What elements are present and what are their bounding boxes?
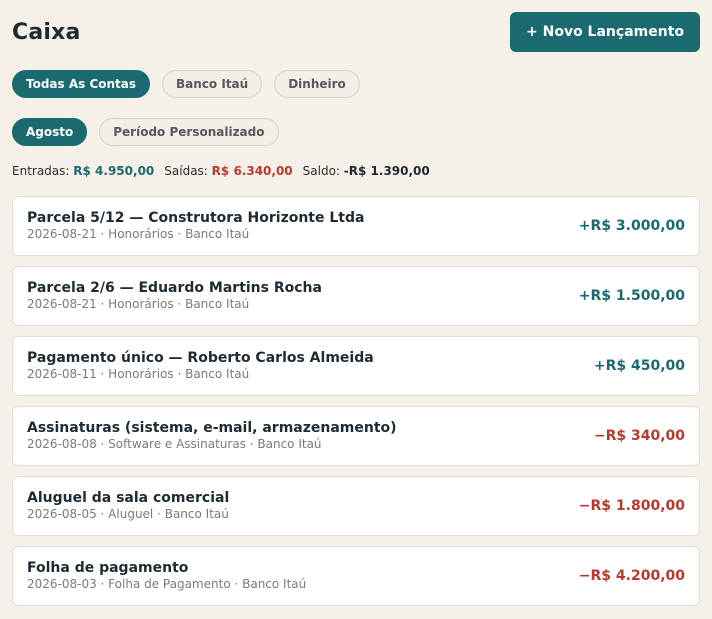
transaction-details: Pagamento único — Roberto Carlos Almeida… bbox=[27, 350, 374, 382]
balance-value: -R$ 1.390,00 bbox=[343, 164, 430, 178]
balance-label: Saldo: bbox=[302, 164, 340, 178]
transaction-row[interactable]: Aluguel da sala comercial 2026-08-05 · A… bbox=[12, 476, 700, 536]
transaction-meta: 2026-08-11 · Honorários · Banco Itaú bbox=[27, 367, 250, 381]
transaction-amount: +R$ 3.000,00 bbox=[578, 218, 685, 234]
transaction-title: Parcela 2/6 — Eduardo Martins Rocha bbox=[27, 280, 322, 296]
transaction-details: Parcela 2/6 — Eduardo Martins Rocha 2026… bbox=[27, 280, 322, 312]
transaction-amount: −R$ 4.200,00 bbox=[578, 568, 685, 584]
filter-period-august[interactable]: Agosto bbox=[12, 118, 88, 146]
transaction-meta: 2026-08-05 · Aluguel · Banco Itaú bbox=[27, 507, 229, 521]
new-entry-button[interactable]: + Novo Lançamento bbox=[510, 12, 700, 52]
transaction-details: Assinaturas (sistema, e-mail, armazename… bbox=[27, 420, 397, 452]
balance-summary: Saldo: -R$ 1.390,00 bbox=[303, 164, 430, 178]
filter-period-custom[interactable]: Período Personalizado bbox=[99, 118, 279, 146]
transaction-title: Assinaturas (sistema, e-mail, armazename… bbox=[27, 420, 397, 436]
page-header: Caixa + Novo Lançamento bbox=[12, 12, 700, 52]
income-label: Entradas: bbox=[12, 164, 70, 178]
transaction-row[interactable]: Parcela 5/12 — Construtora Horizonte Ltd… bbox=[12, 196, 700, 256]
transaction-details: Parcela 5/12 — Construtora Horizonte Ltd… bbox=[27, 210, 364, 242]
filter-all-accounts[interactable]: Todas As Contas bbox=[12, 70, 151, 98]
transaction-row[interactable]: Pagamento único — Roberto Carlos Almeida… bbox=[12, 336, 700, 396]
expense-value: R$ 6.340,00 bbox=[211, 164, 293, 178]
filter-banco-itau[interactable]: Banco Itaú bbox=[162, 70, 263, 98]
transaction-meta: 2026-08-21 · Honorários · Banco Itaú bbox=[27, 227, 250, 241]
transaction-row[interactable]: Folha de pagamento 2026-08-03 · Folha de… bbox=[12, 546, 700, 606]
income-value: R$ 4.950,00 bbox=[73, 164, 155, 178]
cash-summary: Entradas: R$ 4.950,00 Saídas: R$ 6.340,0… bbox=[12, 164, 430, 178]
period-filters: Agosto Período Personalizado bbox=[12, 118, 279, 146]
cash-page: Caixa + Novo Lançamento Todas As Contas … bbox=[0, 0, 712, 619]
transaction-amount: +R$ 450,00 bbox=[593, 358, 685, 374]
transaction-title: Pagamento único — Roberto Carlos Almeida bbox=[27, 350, 374, 366]
filter-dinheiro[interactable]: Dinheiro bbox=[274, 70, 360, 98]
transaction-title: Aluguel da sala comercial bbox=[27, 490, 230, 506]
transaction-amount: −R$ 1.800,00 bbox=[578, 498, 685, 514]
transaction-meta: 2026-08-21 · Honorários · Banco Itaú bbox=[27, 297, 250, 311]
transaction-row[interactable]: Assinaturas (sistema, e-mail, armazename… bbox=[12, 406, 700, 466]
transaction-meta: 2026-08-03 · Folha de Pagamento · Banco … bbox=[27, 577, 307, 591]
transaction-meta: 2026-08-08 · Software e Assinaturas · Ba… bbox=[27, 437, 322, 451]
transaction-row[interactable]: Parcela 2/6 — Eduardo Martins Rocha 2026… bbox=[12, 266, 700, 326]
account-filters: Todas As Contas Banco Itaú Dinheiro bbox=[12, 70, 360, 98]
transaction-details: Aluguel da sala comercial 2026-08-05 · A… bbox=[27, 490, 229, 522]
income-summary: Entradas: R$ 4.950,00 bbox=[12, 164, 154, 178]
transaction-title: Folha de pagamento bbox=[27, 560, 189, 576]
expense-summary: Saídas: R$ 6.340,00 bbox=[164, 164, 292, 178]
transaction-amount: −R$ 340,00 bbox=[593, 428, 685, 444]
expense-label: Saídas: bbox=[164, 164, 208, 178]
transaction-list: Parcela 5/12 — Construtora Horizonte Ltd… bbox=[12, 196, 700, 616]
page-title: Caixa bbox=[12, 19, 81, 45]
transaction-title: Parcela 5/12 — Construtora Horizonte Ltd… bbox=[27, 210, 365, 226]
transaction-details: Folha de pagamento 2026-08-03 · Folha de… bbox=[27, 560, 306, 592]
transaction-amount: +R$ 1.500,00 bbox=[578, 288, 685, 304]
